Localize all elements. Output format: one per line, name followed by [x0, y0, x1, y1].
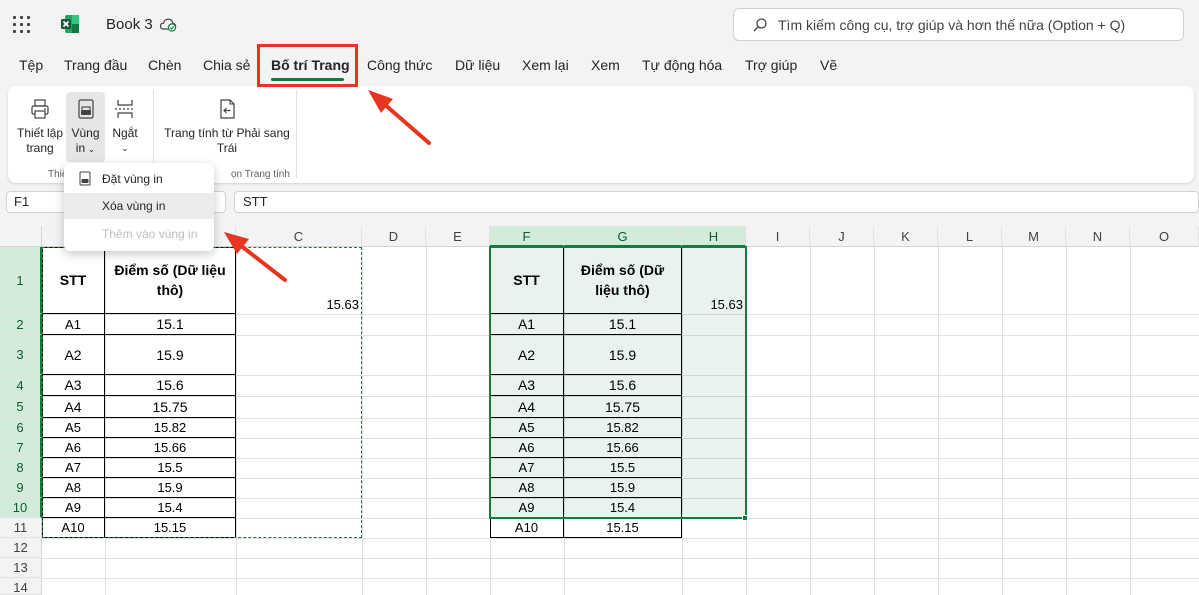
- page-setup-label-2: trang: [26, 141, 54, 155]
- formula-value: STT: [243, 194, 268, 209]
- tab-view[interactable]: Xem: [591, 57, 620, 73]
- column-header-h[interactable]: H: [682, 226, 746, 247]
- callout-highlight-page-layout-tab: [257, 44, 358, 87]
- title-bar: Book 3: [0, 0, 1199, 48]
- page-setup-icon: [31, 99, 49, 119]
- column-header-d[interactable]: D: [362, 226, 426, 247]
- tab-review[interactable]: Xem lại: [522, 57, 569, 73]
- sheet-rtl-label-2: Trái: [216, 141, 238, 155]
- column-header-o[interactable]: O: [1130, 226, 1199, 247]
- tab-insert[interactable]: Chèn: [148, 57, 181, 73]
- table-cell-stt[interactable]: A10: [490, 518, 564, 538]
- column-header-c[interactable]: C: [236, 226, 362, 247]
- row-header-12[interactable]: 12: [0, 538, 42, 558]
- row-header-9[interactable]: 9: [0, 478, 42, 498]
- sheet-right-to-left-button[interactable]: Trang tính từ Phải sang Trái: [160, 98, 294, 162]
- fill-handle[interactable]: [742, 515, 748, 521]
- row-header-1[interactable]: 1: [0, 247, 42, 314]
- tab-home[interactable]: Trang đầu: [64, 57, 127, 73]
- row-header-8[interactable]: 8: [0, 458, 42, 478]
- row-header-7[interactable]: 7: [0, 438, 42, 458]
- gridline: [426, 247, 427, 595]
- document-title[interactable]: Book 3: [106, 16, 153, 33]
- row-header-3[interactable]: 3: [0, 335, 42, 375]
- search-box[interactable]: [733, 8, 1184, 41]
- ribbon-tabs: Tệp Trang đầu Chèn Chia sẻ Bố trí Trang …: [0, 48, 1199, 84]
- search-input[interactable]: [778, 15, 1173, 35]
- row-header-6[interactable]: 6: [0, 418, 42, 438]
- print-area-icon: [79, 171, 91, 186]
- search-icon: [753, 18, 767, 32]
- excel-logo-icon[interactable]: [60, 14, 80, 34]
- gridline: [938, 247, 939, 595]
- gridline: [362, 247, 363, 595]
- tab-data[interactable]: Dữ liệu: [455, 57, 500, 73]
- cloud-saved-icon[interactable]: [159, 16, 177, 32]
- tab-help[interactable]: Trợ giúp: [745, 57, 797, 73]
- gridline: [42, 558, 1199, 559]
- column-header-m[interactable]: M: [1002, 226, 1066, 247]
- print-area-label-1: Vùng: [71, 126, 100, 140]
- print-area-button[interactable]: Vùng in ⌄: [66, 92, 105, 162]
- column-header-k[interactable]: K: [874, 226, 938, 247]
- print-area-menu: Đặt vùng in Xóa vùng in Thêm vào vùng in: [64, 163, 214, 251]
- menu-item-set-print-area[interactable]: Đặt vùng in: [64, 166, 214, 192]
- print-area-icon: [77, 99, 94, 119]
- column-header-n[interactable]: N: [1066, 226, 1130, 247]
- row-header-4[interactable]: 4: [0, 375, 42, 396]
- formula-input[interactable]: STT: [234, 191, 1199, 213]
- gridline: [874, 247, 875, 595]
- table-cell-score[interactable]: 15.15: [564, 518, 682, 538]
- menu-item-add-to-print-area[interactable]: Thêm vào vùng in: [64, 221, 214, 247]
- menu-item-label: Thêm vào vùng in: [102, 227, 198, 241]
- breaks-label: Ngắt: [112, 126, 138, 140]
- gridline: [1130, 247, 1131, 595]
- select-all-corner[interactable]: [0, 226, 42, 247]
- chevron-down-icon: ⌄: [121, 143, 129, 153]
- sheet-rtl-label-1: Trang tính từ Phải sang: [164, 126, 290, 140]
- page-break-icon: [115, 100, 135, 118]
- column-header-g[interactable]: G: [564, 226, 682, 247]
- row-header-10[interactable]: 10: [0, 498, 42, 518]
- gridline: [42, 538, 1199, 539]
- column-header-e[interactable]: E: [426, 226, 490, 247]
- row-header-13[interactable]: 13: [0, 558, 42, 578]
- gridline: [1066, 247, 1067, 595]
- name-box-value: F1: [14, 194, 30, 209]
- tab-automate[interactable]: Tự động hóa: [642, 57, 722, 73]
- print-area-outline: [42, 247, 362, 538]
- gridline: [42, 578, 1199, 579]
- page-setup-button[interactable]: Thiết lập trang: [13, 98, 67, 162]
- row-header-2[interactable]: 2: [0, 314, 42, 335]
- column-header-l[interactable]: L: [938, 226, 1002, 247]
- page-setup-label-1: Thiết lập: [16, 126, 64, 140]
- selection-border: [489, 246, 747, 519]
- tab-draw[interactable]: Vẽ: [820, 57, 837, 73]
- row-header-14[interactable]: 14: [0, 578, 42, 595]
- menu-item-label: Xóa vùng in: [102, 199, 166, 213]
- column-header-j[interactable]: J: [810, 226, 874, 247]
- menu-item-clear-print-area[interactable]: Xóa vùng in: [64, 193, 214, 219]
- sheet-options-group-label: ọn Trang tính: [231, 169, 290, 180]
- menu-item-label: Đặt vùng in: [102, 172, 163, 186]
- gridline: [1002, 247, 1003, 595]
- spreadsheet-grid[interactable]: C D E F G H I J K L M N O 1 2 3 4 5 6 7 …: [0, 226, 1199, 595]
- ribbon-separator: [296, 90, 297, 178]
- row-header-11[interactable]: 11: [0, 518, 42, 538]
- app-launcher-icon[interactable]: [13, 16, 31, 34]
- tab-formulas[interactable]: Công thức: [367, 57, 432, 73]
- column-header-f[interactable]: F: [490, 226, 564, 247]
- breaks-button[interactable]: Ngắt ⌄: [108, 98, 142, 162]
- chevron-down-icon: ⌄: [85, 144, 96, 154]
- print-area-label-2: in: [75, 141, 86, 155]
- row-header-5[interactable]: 5: [0, 396, 42, 418]
- gridline: [810, 247, 811, 595]
- tab-share[interactable]: Chia sẻ: [203, 57, 250, 73]
- sheet-rtl-icon: [220, 99, 235, 119]
- tab-file[interactable]: Tệp: [19, 57, 43, 73]
- column-header-i[interactable]: I: [746, 226, 810, 247]
